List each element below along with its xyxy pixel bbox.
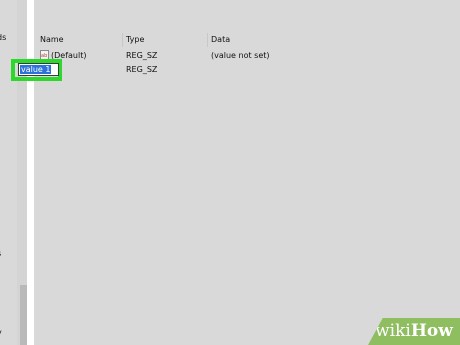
values-pane[interactable]: Name Type Data ab (Default) REG_SZ (valu… xyxy=(34,0,460,345)
pane-splitter[interactable] xyxy=(27,0,34,345)
column-header-row: Name Type Data xyxy=(34,33,460,47)
column-divider[interactable] xyxy=(122,33,123,47)
value-type: REG_SZ xyxy=(126,65,158,74)
registry-tree-pane[interactable]: ds l s y xyxy=(0,0,27,345)
value-row-default[interactable]: ab (Default) REG_SZ (value not set) xyxy=(34,49,460,63)
tree-item-fragment[interactable]: s xyxy=(0,249,1,259)
tree-item-fragment[interactable]: ds xyxy=(0,33,6,43)
column-header-data[interactable]: Data xyxy=(211,35,230,44)
rename-value-input[interactable]: value 1 xyxy=(18,63,59,76)
value-data: (value not set) xyxy=(211,51,270,60)
column-divider[interactable] xyxy=(207,33,208,47)
watermark-prefix: wiki xyxy=(375,321,411,341)
wikihow-watermark: wikiHow xyxy=(368,318,460,345)
rename-value-selected-text[interactable]: value 1 xyxy=(20,65,52,74)
value-type: REG_SZ xyxy=(126,51,158,60)
tree-item-fragment[interactable]: y xyxy=(0,328,2,338)
column-header-type[interactable]: Type xyxy=(126,35,144,44)
column-header-name[interactable]: Name xyxy=(40,35,64,44)
tree-scrollbar-thumb[interactable] xyxy=(20,285,27,345)
watermark-suffix: How xyxy=(410,321,453,341)
value-row-new[interactable]: ab REG_SZ xyxy=(34,63,460,77)
